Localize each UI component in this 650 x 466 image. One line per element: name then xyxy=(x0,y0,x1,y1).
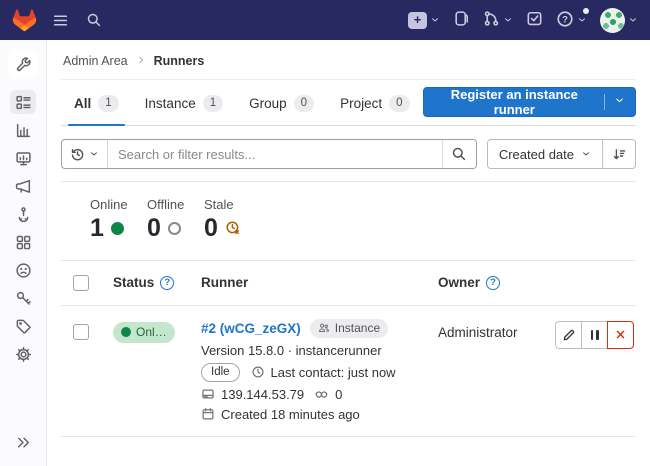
runner-tabs-bar: All 1 Instance 1 Group 0 Project 0 Regis… xyxy=(61,83,636,126)
top-navbar: + ? xyxy=(0,0,650,40)
pencil-icon xyxy=(562,328,576,342)
chevron-down-icon xyxy=(577,15,587,25)
pause-runner-button[interactable] xyxy=(581,321,608,349)
stat-offline: Offline 0 xyxy=(147,197,191,243)
help-menu-button[interactable]: ? xyxy=(556,10,587,31)
new-menu-button[interactable]: + xyxy=(408,12,440,29)
stale-clock-icon xyxy=(225,215,241,243)
register-instance-runner-button[interactable]: Register an instance runner xyxy=(423,87,637,117)
runner-link[interactable]: #2 (wCG_zeGX) xyxy=(201,321,301,336)
sidebar-item-system-hooks[interactable] xyxy=(10,202,36,226)
column-runner: Runner xyxy=(201,275,248,290)
breadcrumb-admin-area[interactable]: Admin Area xyxy=(63,54,128,68)
runner-stats: Online 1 Offline 0 Stale 0 xyxy=(90,182,636,260)
host-icon xyxy=(201,387,215,401)
notification-dot xyxy=(583,8,589,14)
select-all-checkbox[interactable] xyxy=(73,275,89,291)
chevron-down-icon xyxy=(628,15,638,25)
sidebar-item-applications[interactable] xyxy=(10,230,36,254)
issues-icon[interactable] xyxy=(453,10,470,30)
status-badge: Online xyxy=(113,322,175,343)
pause-icon xyxy=(591,330,599,340)
hamburger-menu-icon[interactable] xyxy=(45,5,75,35)
runner-version-line: Version 15.8.0 · instancerunner xyxy=(201,343,438,358)
sidebar-item-abuse-reports[interactable] xyxy=(10,258,36,282)
calendar-icon xyxy=(201,407,215,421)
created-at: Created 18 minutes ago xyxy=(221,407,360,422)
plus-icon: + xyxy=(408,12,427,29)
column-status: Status xyxy=(113,275,154,290)
owner-help-icon[interactable]: ? xyxy=(486,276,500,290)
admin-area-icon[interactable] xyxy=(8,49,38,79)
runners-table-header: Status ? Runner Owner ? xyxy=(61,260,636,306)
chevron-down-icon xyxy=(503,15,513,25)
last-contact: Last contact: just now xyxy=(271,365,396,380)
sidebar-item-monitoring[interactable] xyxy=(10,146,36,170)
help-icon: ? xyxy=(556,10,574,31)
sort-by-dropdown[interactable]: Created date xyxy=(488,140,603,168)
idle-badge: Idle xyxy=(201,363,240,382)
sidebar-item-labels[interactable] xyxy=(10,314,36,338)
tab-instance-count: 1 xyxy=(203,95,223,112)
user-menu-button[interactable] xyxy=(600,8,638,33)
instance-type-badge: Instance xyxy=(310,319,388,338)
main-content: Admin Area Runners All 1 Instance 1 Grou… xyxy=(47,40,650,466)
sort-direction-button[interactable] xyxy=(603,140,635,168)
avatar xyxy=(600,8,625,33)
tab-group-count: 0 xyxy=(294,95,314,112)
sidebar-item-overview[interactable] xyxy=(10,90,36,114)
tab-project[interactable]: Project 0 xyxy=(327,83,422,125)
users-icon xyxy=(318,322,330,334)
search-icon[interactable] xyxy=(79,5,109,35)
runner-ip: 139.144.53.79 xyxy=(221,387,304,402)
breadcrumb-runners: Runners xyxy=(154,54,205,68)
sidebar-item-settings[interactable] xyxy=(10,342,36,366)
column-owner: Owner xyxy=(438,275,480,290)
stat-stale: Stale 0 xyxy=(204,197,248,243)
chevron-down-icon xyxy=(430,15,440,25)
delete-runner-button[interactable] xyxy=(607,321,634,349)
sort-controls: Created date xyxy=(487,139,636,169)
chevron-down-icon xyxy=(614,94,625,109)
link-icon xyxy=(314,387,329,402)
tab-all[interactable]: All 1 xyxy=(61,83,132,125)
runner-summary: #2 (wCG_zeGX) Instance Version 15.8.0 · … xyxy=(195,319,438,422)
edit-runner-button[interactable] xyxy=(555,321,582,349)
jobs-count: 0 xyxy=(335,387,342,402)
sidebar-item-deploy-keys[interactable] xyxy=(10,286,36,310)
offline-dot-icon xyxy=(168,222,181,235)
admin-sidebar xyxy=(0,40,47,466)
breadcrumb: Admin Area Runners xyxy=(61,40,636,80)
gitlab-logo-icon[interactable] xyxy=(12,8,37,32)
recent-searches-button[interactable] xyxy=(62,140,108,168)
sidebar-item-messages[interactable] xyxy=(10,174,36,198)
runner-actions xyxy=(550,319,636,349)
close-icon xyxy=(614,328,627,341)
search-input[interactable] xyxy=(108,140,442,168)
search-filter-box xyxy=(61,139,477,169)
owner-link[interactable]: Administrator xyxy=(438,319,550,340)
tab-instance[interactable]: Instance 1 xyxy=(132,83,236,125)
tab-all-count: 1 xyxy=(98,95,118,112)
stat-online: Online 1 xyxy=(90,197,134,243)
chevron-right-icon xyxy=(136,54,146,68)
runner-row: Online #2 (wCG_zeGX) Instance Version 15… xyxy=(61,306,636,437)
tab-group[interactable]: Group 0 xyxy=(236,83,327,125)
svg-text:?: ? xyxy=(562,14,568,25)
online-dot-icon xyxy=(111,222,124,235)
merge-request-icon xyxy=(483,10,500,30)
clock-icon xyxy=(251,365,265,379)
sidebar-collapse-icon[interactable] xyxy=(10,430,36,454)
todos-icon[interactable] xyxy=(526,10,543,30)
merge-requests-button[interactable] xyxy=(483,10,513,30)
tab-project-count: 0 xyxy=(389,95,409,112)
row-checkbox[interactable] xyxy=(73,324,89,340)
status-help-icon[interactable]: ? xyxy=(160,276,174,290)
online-dot-icon xyxy=(121,327,131,337)
sidebar-item-analytics[interactable] xyxy=(10,118,36,142)
filter-bar: Created date xyxy=(61,139,636,169)
search-submit-button[interactable] xyxy=(442,140,476,168)
